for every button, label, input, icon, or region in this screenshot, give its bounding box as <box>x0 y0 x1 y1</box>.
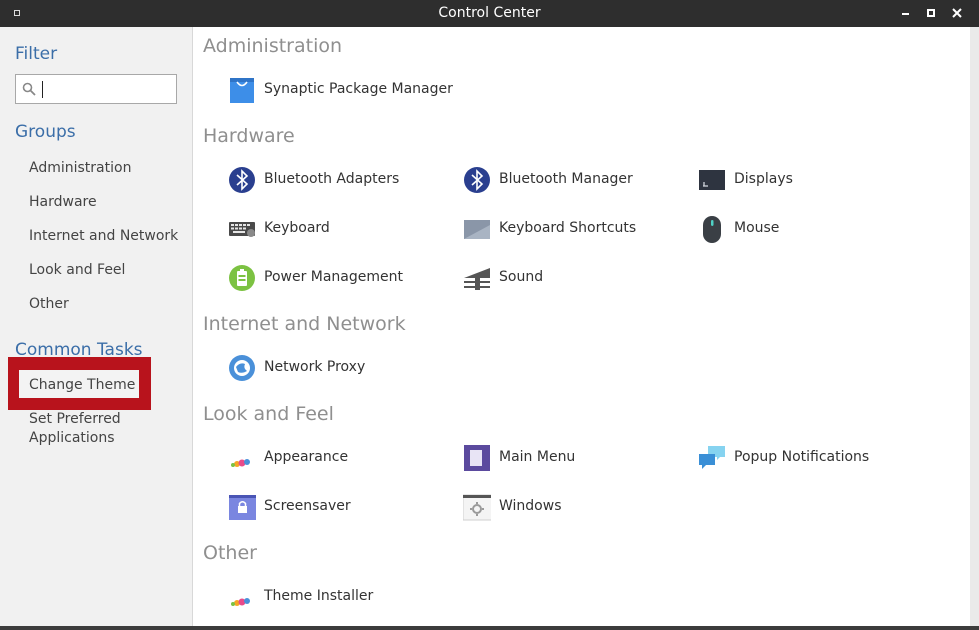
text-cursor <box>42 81 43 98</box>
item-screensaver[interactable]: Screensaver <box>228 493 428 523</box>
battery-icon <box>229 265 255 291</box>
globe-icon <box>229 355 255 381</box>
bluetooth-icon <box>464 167 490 193</box>
set-preferred-applications-task[interactable]: Set Preferred Applications <box>29 410 149 448</box>
item-bluetooth-manager[interactable]: Bluetooth Manager <box>463 166 663 196</box>
group-administration[interactable]: Administration <box>29 160 131 176</box>
group-hardware[interactable]: Hardware <box>29 194 97 210</box>
item-theme-installer[interactable]: Theme Installer <box>228 583 428 613</box>
item-windows[interactable]: Windows <box>463 493 663 523</box>
search-input[interactable] <box>15 74 177 104</box>
search-icon <box>22 82 36 96</box>
windows-icon <box>463 494 491 521</box>
window-bottom-edge <box>0 626 979 630</box>
item-label: Bluetooth Manager <box>499 171 633 187</box>
minimize-button[interactable] <box>899 6 913 20</box>
package-icon <box>230 78 254 103</box>
section-look-and-feel-title: Look and Feel <box>203 403 334 425</box>
sound-icon <box>464 268 490 290</box>
change-theme-label: Change Theme <box>29 377 136 393</box>
item-label: Mouse <box>734 220 780 236</box>
item-displays[interactable]: Displays <box>698 166 898 196</box>
item-popup-notifications[interactable]: Popup Notifications <box>698 444 898 474</box>
item-label: Screensaver <box>264 498 351 514</box>
item-bluetooth-adapters[interactable]: Bluetooth Adapters <box>228 166 428 196</box>
item-keyboard-shortcuts[interactable]: Keyboard Shortcuts <box>463 215 663 245</box>
window-title: Control Center <box>438 5 541 21</box>
item-label: Displays <box>734 171 793 187</box>
sidebar: Filter Groups Administration Hardware In… <box>0 27 193 630</box>
group-internet-and-network[interactable]: Internet and Network <box>29 228 178 244</box>
section-other-title: Other <box>203 542 257 564</box>
title-bar: Control Center <box>0 0 979 27</box>
item-main-menu[interactable]: Main Menu <box>463 444 663 474</box>
appearance-icon <box>231 459 250 467</box>
scrollbar[interactable] <box>970 27 979 630</box>
item-label: Keyboard <box>264 220 330 236</box>
group-look-and-feel[interactable]: Look and Feel <box>29 262 125 278</box>
bluetooth-icon <box>229 167 255 193</box>
item-label: Main Menu <box>499 449 576 465</box>
notifications-icon <box>699 446 725 469</box>
section-internet-network-title: Internet and Network <box>203 313 406 335</box>
control-center-window: Control Center Filter Groups Administrat… <box>0 0 979 630</box>
display-icon <box>699 170 725 190</box>
item-label: Windows <box>499 498 562 514</box>
main-panel: Administration Synaptic Package Manager … <box>193 27 970 630</box>
main-menu-icon <box>464 445 490 471</box>
screensaver-icon <box>229 495 256 520</box>
item-label: Sound <box>499 269 544 285</box>
item-power-management[interactable]: Power Management <box>228 264 428 294</box>
mouse-icon <box>703 216 721 243</box>
close-icon <box>952 8 962 18</box>
item-label: Bluetooth Adapters <box>264 171 400 187</box>
group-other[interactable]: Other <box>29 296 69 312</box>
section-administration-title: Administration <box>203 35 343 57</box>
item-mouse[interactable]: Mouse <box>698 215 898 245</box>
theme-installer-icon <box>231 598 250 606</box>
keyboard-icon <box>229 222 255 237</box>
item-sound[interactable]: Sound <box>463 264 663 294</box>
filter-heading: Filter <box>15 44 58 64</box>
item-keyboard[interactable]: Keyboard <box>228 215 428 245</box>
item-label: Appearance <box>264 449 349 465</box>
item-label: Network Proxy <box>264 359 366 375</box>
item-appearance[interactable]: Appearance <box>228 444 428 474</box>
maximize-button[interactable] <box>924 6 938 20</box>
item-label: Power Management <box>264 269 404 285</box>
item-label: Synaptic Package Manager <box>264 81 453 97</box>
groups-heading: Groups <box>15 122 76 142</box>
item-synaptic-package-manager[interactable]: Synaptic Package Manager <box>228 76 458 106</box>
item-label: Popup Notifications <box>734 449 870 465</box>
item-network-proxy[interactable]: Network Proxy <box>228 354 428 384</box>
item-label: Keyboard Shortcuts <box>499 220 637 236</box>
close-button[interactable] <box>950 6 964 20</box>
keyboard-shortcuts-icon <box>464 220 490 239</box>
item-label: Theme Installer <box>264 588 374 604</box>
section-hardware-title: Hardware <box>203 125 295 147</box>
